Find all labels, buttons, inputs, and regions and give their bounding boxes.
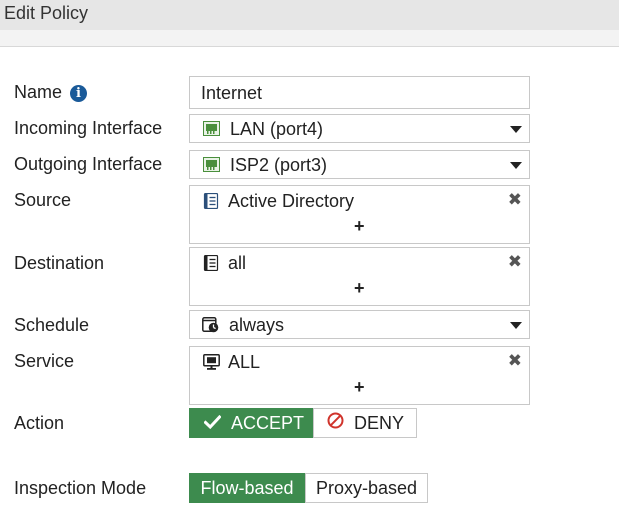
chevron-down-icon[interactable]	[510, 322, 522, 329]
accept-label: ACCEPT	[231, 413, 305, 433]
header-divider	[0, 30, 619, 47]
deny-label: DENY	[354, 413, 405, 433]
service-label: Service	[14, 351, 75, 371]
outgoing-interface-label: Outgoing Interface	[14, 154, 163, 174]
close-icon[interactable]: ✖	[508, 352, 522, 370]
address-book-icon	[203, 254, 219, 276]
check-icon	[203, 409, 222, 437]
service-monitor-icon	[203, 354, 220, 375]
name-input[interactable]: Internet	[189, 76, 530, 109]
inspection-mode-toggle: Flow-based Proxy-based	[189, 473, 428, 503]
flow-based-button[interactable]: Flow-based	[189, 473, 305, 503]
name-label: Name i	[14, 82, 88, 103]
destination-label: Destination	[14, 253, 105, 273]
schedule-value: always	[229, 315, 285, 335]
outgoing-interface-select[interactable]: ISP2 (port3)	[189, 150, 530, 179]
service-field[interactable]: ALL ✖ +	[189, 346, 530, 405]
incoming-interface-select[interactable]: LAN (port4)	[189, 114, 530, 143]
title-bar: Edit Policy	[0, 0, 619, 30]
inspection-mode-label: Inspection Mode	[14, 478, 147, 498]
source-entry[interactable]: Active Directory	[228, 191, 354, 212]
incoming-interface-label: Incoming Interface	[14, 118, 163, 138]
schedule-select[interactable]: always	[189, 310, 530, 339]
add-icon[interactable]: +	[354, 377, 365, 397]
add-icon[interactable]: +	[354, 216, 365, 236]
page-title: Edit Policy	[4, 3, 89, 23]
service-entry[interactable]: ALL	[228, 352, 260, 373]
action-toggle: ACCEPT DENY	[189, 408, 417, 438]
proxy-based-button[interactable]: Proxy-based	[305, 473, 428, 503]
deny-button[interactable]: DENY	[313, 408, 417, 438]
action-label: Action	[14, 413, 65, 433]
destination-field[interactable]: all ✖ +	[189, 247, 530, 306]
chevron-down-icon[interactable]	[510, 162, 522, 169]
accept-button[interactable]: ACCEPT	[189, 408, 313, 438]
outgoing-interface-value: ISP2 (port3)	[230, 155, 328, 175]
source-label: Source	[14, 190, 72, 210]
chevron-down-icon[interactable]	[510, 126, 522, 133]
network-port-icon	[203, 157, 220, 177]
source-field[interactable]: Active Directory ✖ +	[189, 185, 530, 244]
close-icon[interactable]: ✖	[508, 253, 522, 271]
address-book-icon	[203, 192, 219, 214]
incoming-interface-value: LAN (port4)	[230, 119, 324, 139]
schedule-clock-icon	[202, 317, 220, 338]
deny-icon	[327, 409, 344, 437]
info-icon[interactable]: i	[70, 85, 88, 102]
name-input-value: Internet	[201, 83, 263, 103]
add-icon[interactable]: +	[354, 278, 365, 298]
close-icon[interactable]: ✖	[508, 191, 522, 209]
destination-entry[interactable]: all	[228, 253, 246, 274]
schedule-label: Schedule	[14, 315, 90, 335]
network-port-icon	[203, 121, 220, 141]
